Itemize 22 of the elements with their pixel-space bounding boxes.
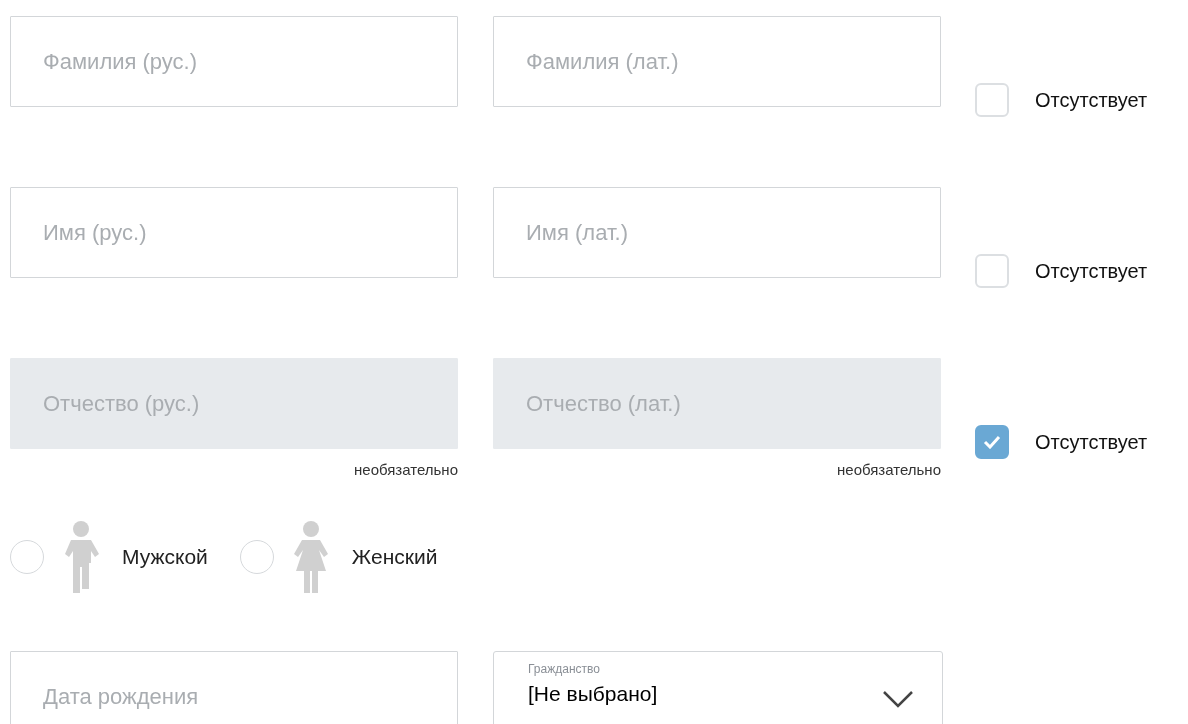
text-field[interactable]: Фамилия (лат.)	[493, 16, 941, 107]
radio-button[interactable]	[10, 539, 44, 574]
text-field[interactable]: Имя (рус.)	[10, 187, 458, 278]
checkbox-label: Отсутствует	[1035, 259, 1148, 283]
chevron-down-icon[interactable]	[882, 690, 914, 708]
gender-label[interactable]: Мужской	[122, 544, 208, 569]
hint-text: необязательно	[354, 461, 458, 478]
boy-figure-icon	[62, 520, 100, 593]
text-field[interactable]: Имя (лат.)	[493, 187, 941, 278]
select-value: [Не выбрано]	[528, 682, 658, 706]
radio-button[interactable]	[239, 539, 274, 574]
citizenship-select[interactable]: Гражданство [Не выбрано]	[493, 651, 943, 724]
hint-text: необязательно	[837, 461, 941, 478]
text-field[interactable]: Дата рождения	[10, 651, 458, 724]
checkbox-label: Отсутствует	[1035, 88, 1148, 112]
checkmark-icon	[983, 435, 1001, 449]
checkbox[interactable]	[975, 425, 1009, 459]
select-label: Гражданство	[528, 662, 601, 676]
gender-label[interactable]: Женский	[351, 544, 438, 569]
checkbox-label: Отсутствует	[1035, 430, 1148, 454]
girl-figure-icon	[291, 520, 330, 593]
text-field[interactable]: Фамилия (рус.)	[10, 16, 458, 107]
